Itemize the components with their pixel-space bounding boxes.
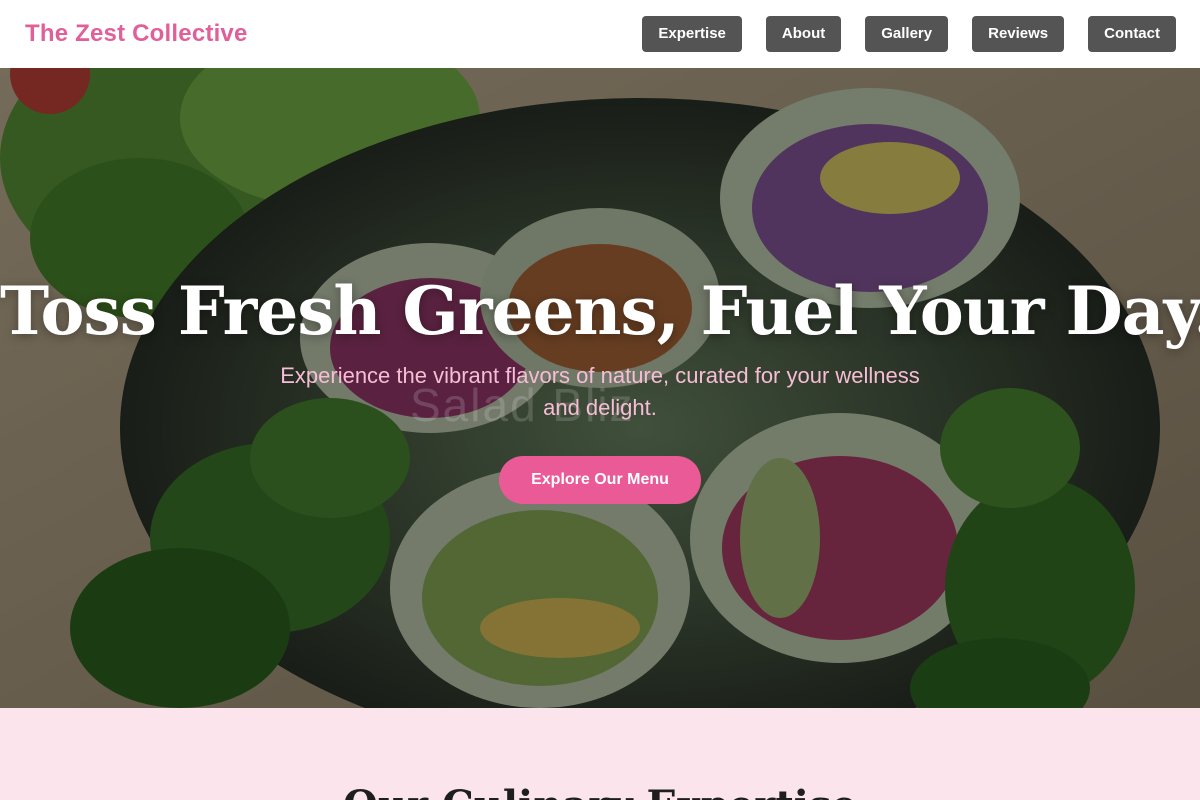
main-nav: Expertise About Gallery Reviews Contact	[642, 16, 1176, 52]
hero-subtitle: Experience the vibrant flavors of nature…	[280, 363, 920, 420]
nav-reviews-label: Reviews	[988, 25, 1049, 42]
nav-contact-label: Contact	[1104, 25, 1160, 42]
nav-gallery-label: Gallery	[881, 25, 933, 42]
nav-contact[interactable]: Contact	[1088, 16, 1176, 52]
hero-content: Toss Fresh Greens, Fuel Your Day. Salad …	[0, 68, 1200, 708]
brand-logo[interactable]: The Zest Collective	[25, 20, 248, 48]
nav-expertise[interactable]: Expertise	[642, 16, 742, 52]
expertise-section: Our Culinary Expertise	[0, 708, 1200, 800]
nav-expertise-label: Expertise	[658, 25, 726, 42]
nav-gallery[interactable]: Gallery	[865, 16, 949, 52]
nav-about-label: About	[781, 25, 826, 42]
explore-menu-button[interactable]: Explore Our Menu	[499, 456, 701, 504]
nav-reviews[interactable]: Reviews	[972, 16, 1065, 52]
hero-title: Toss Fresh Greens, Fuel Your Day.	[0, 272, 1200, 350]
site-header: The Zest Collective Expertise About Gall…	[0, 0, 1200, 68]
nav-about[interactable]: About	[765, 16, 842, 52]
expertise-title: Our Culinary Expertise	[0, 782, 1200, 800]
hero-section: Toss Fresh Greens, Fuel Your Day. Salad …	[0, 68, 1200, 708]
